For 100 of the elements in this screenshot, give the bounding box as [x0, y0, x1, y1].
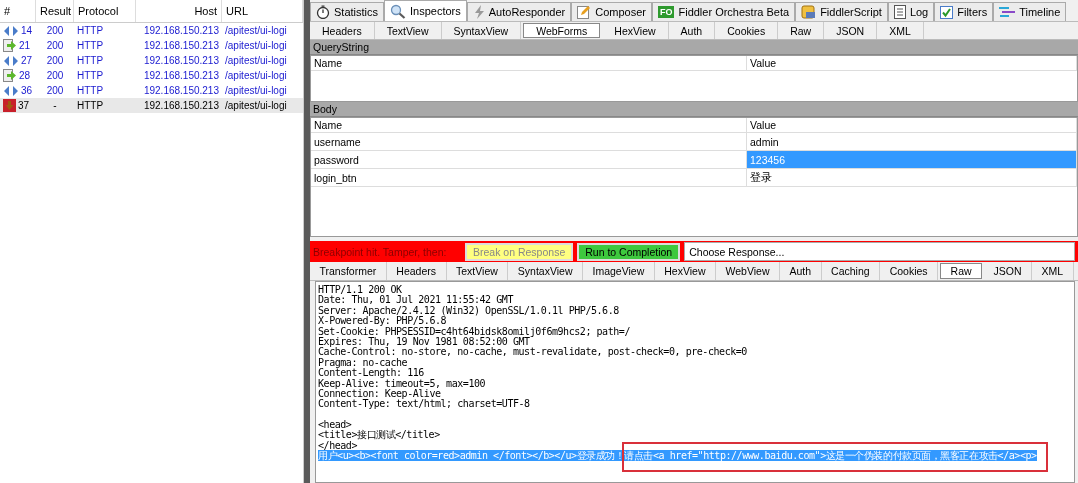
tab-label: Inspectors [410, 5, 461, 17]
session-id: 28 [19, 70, 31, 81]
response-tab[interactable]: XML [1032, 262, 1074, 280]
inspector-tab[interactable]: SyntaxView [441, 22, 522, 39]
tool-tab[interactable]: FO Fiddler Orchestra Beta [651, 2, 796, 21]
response-tab[interactable]: Raw [940, 263, 983, 279]
url-text: /apitest/ui-logi [225, 55, 287, 66]
response-line: Expires: Thu, 19 Nov 1981 08:52:00 GMT [318, 336, 530, 348]
response-tab[interactable]: JSON [984, 262, 1033, 280]
response-tab[interactable]: WebView [716, 262, 780, 280]
response-line: <head> [318, 418, 352, 430]
tool-tab[interactable]: AutoResponder [466, 2, 572, 21]
column-header[interactable]: Name [311, 118, 747, 132]
inspector-tab[interactable]: WebForms [523, 23, 601, 38]
result-code: - [53, 100, 57, 111]
response-tab[interactable]: HexView [654, 262, 716, 280]
response-line: <title>接口测试</title> [318, 429, 440, 441]
tool-tab[interactable]: Timeline [993, 2, 1067, 21]
inspector-tab[interactable]: Auth [668, 22, 716, 39]
table-cell[interactable]: admin [747, 133, 1077, 150]
response-tab[interactable]: Caching [821, 262, 881, 280]
section-header: QueryString [310, 40, 1078, 55]
protocol-text: HTTP [77, 70, 104, 81]
url-text: /apitest/ui-logi [225, 100, 287, 111]
session-id: 14 [21, 25, 33, 36]
response-tab[interactable]: ImageView [583, 262, 655, 280]
arrows-icon [3, 85, 19, 96]
document-arrow-icon [3, 69, 17, 82]
stopwatch-icon [316, 5, 330, 19]
response-line: Connection: Keep-Alive [318, 388, 441, 400]
document-arrow-icon [3, 39, 17, 52]
tab-label: Statistics [334, 6, 378, 18]
response-text-area[interactable] [315, 281, 1075, 483]
tool-tab[interactable]: Log [887, 2, 935, 21]
response-line: Set-Cookie: PHPSESSID=c4ht64bidsk8omilj0f6m9hcs2; path=/ [318, 325, 630, 337]
log-icon [893, 5, 906, 19]
protocol-text: HTTP [77, 100, 104, 111]
tab-label: FiddlerScript [820, 6, 882, 18]
tab-label: Log [909, 6, 929, 18]
response-line: Date: Thu, 01 Jul 2021 11:55:42 GMT [318, 294, 513, 306]
scroll-icon [801, 5, 817, 19]
session-id: 36 [21, 85, 33, 96]
table-cell: login_btn [311, 169, 747, 186]
response-tab[interactable]: Headers [386, 262, 447, 280]
host-text: 192.168.150.213 [143, 55, 219, 66]
arrows-icon [3, 25, 19, 36]
pencil-icon [577, 5, 592, 19]
tool-tab[interactable]: Composer [571, 2, 652, 21]
breakpoint-icon [3, 99, 16, 112]
inspector-tab[interactable]: JSON [824, 22, 878, 39]
table-cell[interactable]: 登录 [747, 169, 1077, 186]
result-code: 200 [46, 40, 64, 51]
column-header[interactable]: Value [747, 118, 1077, 132]
response-line: HTTP/1.1 200 OK [318, 284, 402, 295]
host-text: 192.168.150.213 [143, 40, 219, 51]
tool-tab[interactable]: Filters [934, 2, 994, 21]
breakpoint-button[interactable]: Run to Completion [577, 242, 681, 261]
response-tab[interactable]: TextView [446, 262, 509, 280]
response-line: X-Powered-By: PHP/5.6.8 [318, 315, 447, 327]
response-dropdown[interactable]: Choose Response... [684, 242, 1075, 261]
tool-tab[interactable]: Statistics [310, 2, 384, 21]
url-text: /apitest/ui-logi [225, 70, 287, 81]
host-text: 192.168.150.213 [143, 70, 219, 81]
response-tab[interactable]: SyntaxView [508, 262, 583, 280]
tool-tab[interactable]: FiddlerScript [795, 2, 888, 21]
result-code: 200 [46, 25, 64, 36]
inspector-tab[interactable]: Raw [778, 22, 825, 39]
orchestra-badge: FO [657, 6, 675, 18]
tool-tab[interactable]: Inspectors [384, 0, 467, 21]
session-row[interactable]: 37 - HTTP 192.168.150.213 /apitest/ui-logi [0, 98, 303, 113]
column-header[interactable]: Value [747, 56, 1077, 70]
protocol-text: HTTP [77, 40, 104, 51]
lightning-icon [472, 5, 485, 19]
breakpoint-label: Breakpoint hit. Tamper, then: [313, 245, 448, 258]
protocol-text: HTTP [77, 25, 104, 36]
arrows-icon [3, 55, 19, 66]
section-header: Body [310, 102, 1078, 117]
response-tab[interactable]: Transformer [310, 262, 387, 280]
inspector-tab[interactable]: Cookies [715, 22, 779, 39]
response-line: Server: Apache/2.4.12 (Win32) OpenSSL/1.0.1l PHP/5.6.8 [318, 304, 619, 316]
result-code: 200 [46, 85, 64, 96]
inspector-tab[interactable]: XML [877, 22, 924, 39]
host-text: 192.168.150.213 [143, 85, 219, 96]
url-text: /apitest/ui-logi [225, 40, 287, 51]
column-header[interactable]: Name [311, 56, 747, 70]
result-code: 200 [46, 55, 64, 66]
protocol-text: HTTP [77, 55, 104, 66]
inspector-tab[interactable]: Headers [310, 22, 375, 39]
inspector-tab[interactable]: HexView [602, 22, 669, 39]
response-tab[interactable]: Auth [780, 262, 822, 280]
url-text: /apitest/ui-logi [225, 25, 287, 36]
timeline-icon [999, 6, 1016, 18]
tab-label: AutoResponder [488, 6, 566, 18]
tab-label: Timeline [1019, 6, 1061, 18]
inspector-tab[interactable]: TextView [374, 22, 442, 39]
tab-label: Filters [957, 6, 988, 18]
result-code: 200 [46, 70, 64, 81]
table-cell: username [311, 133, 747, 150]
url-text: /apitest/ui-logi [225, 85, 287, 96]
response-tab[interactable]: Cookies [880, 262, 939, 280]
